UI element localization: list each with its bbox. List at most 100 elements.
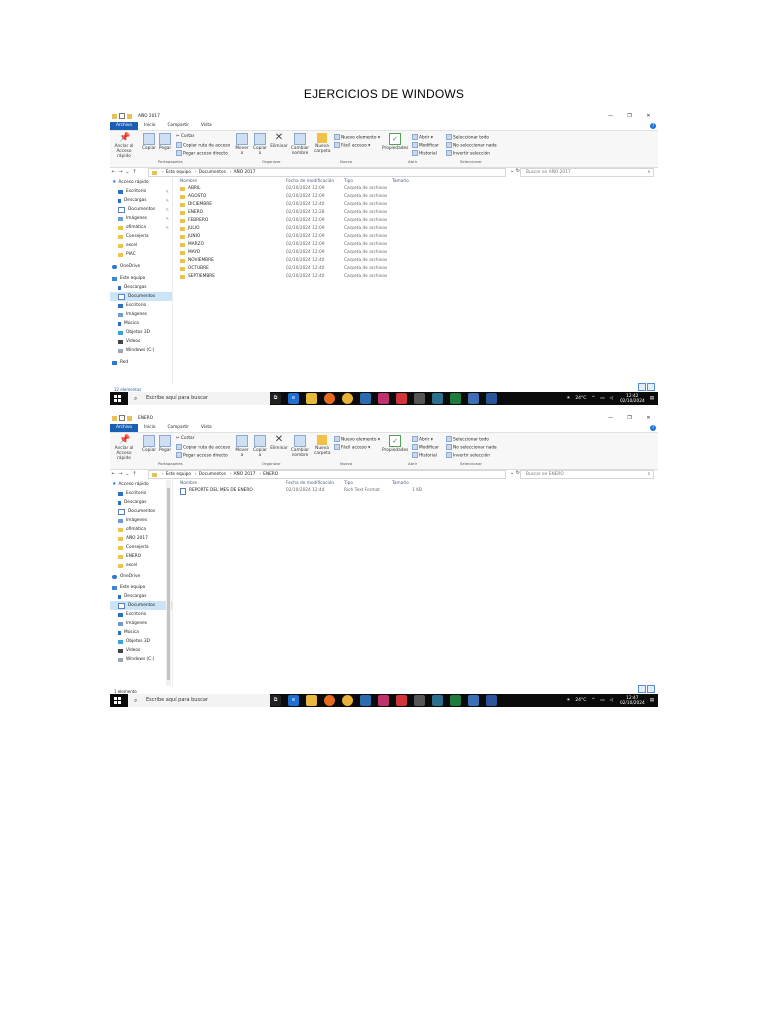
new-item-button[interactable]: Nuevo elemento ▾	[334, 134, 380, 141]
clock[interactable]: 12:42 02/10/2024	[620, 394, 645, 404]
column-header[interactable]: Fecha de modificación	[286, 178, 344, 185]
open-button[interactable]: Abrir ▾	[412, 134, 433, 141]
nav-item-imagenes-pc[interactable]: Imágenes	[110, 619, 172, 628]
edit-button[interactable]: Modificar	[412, 142, 439, 149]
weather-icon[interactable]: ☀	[566, 396, 570, 401]
easy-access-button[interactable]: Fácil acceso ▾	[334, 444, 370, 451]
quick-access-toolbar[interactable]	[112, 113, 134, 119]
nav-item-documentos-pc[interactable]: Documentos	[110, 601, 172, 610]
nav-item-descargas[interactable]: Descargas✎	[110, 498, 172, 507]
tab-compartir[interactable]: Compartir	[161, 122, 195, 130]
invert-selection-button[interactable]: Invertir selección	[446, 452, 490, 459]
select-all-button[interactable]: Seleccionar todo	[446, 436, 489, 443]
help-icon[interactable]: ?	[650, 123, 656, 129]
properties-button[interactable]: ✓ Propiedades	[382, 435, 408, 453]
forward-arrow-icon[interactable]: →	[117, 169, 124, 175]
table-row[interactable]: NOVIEMBRE 02/10/2024 12:40 Carpeta de arch…	[176, 257, 658, 265]
tab-vista[interactable]: Vista	[195, 122, 218, 130]
nav-item-objetos-3d[interactable]: Objetos 3D	[110, 328, 172, 337]
search-input[interactable]: Buscar en AÑO 2017 ⌕	[520, 168, 654, 177]
chevron-up-icon[interactable]: ^	[591, 396, 595, 401]
paste-button[interactable]: Pegar	[158, 435, 172, 453]
table-row[interactable]: JUNIO 02/10/2024 12:09 Carpeta de archivos	[176, 233, 658, 241]
taskbar-search-input[interactable]: ⌕ Escribe aquí para buscar	[128, 392, 270, 405]
taskbar-search-input[interactable]: ⌕ Escribe aquí para buscar	[128, 694, 270, 707]
tab-inicio[interactable]: Inicio	[138, 424, 161, 432]
minimize-icon[interactable]: —	[601, 412, 620, 424]
chrome-icon[interactable]	[342, 695, 353, 706]
volume-icon[interactable]: ◁	[609, 698, 612, 703]
invert-selection-button[interactable]: Invertir selección	[446, 150, 490, 157]
close-icon[interactable]: ✕	[639, 110, 658, 122]
nav-item-red[interactable]: Red	[110, 358, 172, 367]
easy-access-button[interactable]: Fácil acceso ▾	[334, 142, 370, 149]
table-row[interactable]: OCTUBRE 02/10/2024 12:40 Carpeta de archiv…	[176, 265, 658, 273]
nav-item-ofimatica[interactable]: ofimática✎	[110, 223, 172, 232]
edge-icon[interactable]: e	[288, 393, 299, 404]
table-row[interactable]: REPORTE DEL MES DE ENERO 02/10/2024 12:44…	[176, 487, 658, 495]
nav-item-windows-c[interactable]: Windows (C:)	[110, 655, 172, 664]
column-header[interactable]: Tipo	[344, 178, 392, 185]
app-icon[interactable]	[396, 695, 407, 706]
nav-item-descargas[interactable]: Descargas✎	[110, 196, 172, 205]
nav-item-onedrive[interactable]: OneDrive	[110, 572, 172, 581]
rename-button[interactable]: Cambiar nombre	[290, 435, 310, 458]
properties-button[interactable]: ✓ Propiedades	[382, 133, 408, 151]
pin-quick-access-button[interactable]: 📌 Anclar al Acceso rápido	[112, 435, 136, 461]
tab-archivo[interactable]: Archivo	[110, 424, 139, 432]
nav-item-imagenes[interactable]: Imágenes✎	[110, 214, 172, 223]
rename-button[interactable]: Cambiar nombre	[290, 133, 310, 156]
quick-access-toolbar[interactable]	[112, 415, 134, 421]
nav-item-descargas-pc[interactable]: Descargas	[110, 283, 172, 292]
breadcrumb-item[interactable]: Este equipo	[166, 170, 191, 175]
nav-item-excel[interactable]: excel	[110, 561, 172, 570]
app-icon[interactable]	[414, 393, 425, 404]
back-arrow-icon[interactable]: ←	[110, 169, 117, 175]
scrollbar-thumb[interactable]	[167, 488, 170, 680]
tab-compartir[interactable]: Compartir	[161, 424, 195, 432]
nav-item-piac[interactable]: PIAC	[110, 250, 172, 259]
table-row[interactable]: FEBRERO 02/10/2024 12:09 Carpeta de archiv…	[176, 217, 658, 225]
nav-item-documentos[interactable]: Documentos✎	[110, 507, 172, 516]
delete-button[interactable]: ✕ Eliminar	[270, 133, 288, 150]
app-icon[interactable]	[396, 393, 407, 404]
tab-vista[interactable]: Vista	[195, 424, 218, 432]
copy-path-button[interactable]: Copiar ruta de acceso	[176, 444, 230, 451]
details-view-icon[interactable]	[638, 383, 646, 391]
copy-button[interactable]: Copiar	[142, 435, 156, 453]
large-icons-view-icon[interactable]	[647, 685, 655, 693]
windows-start-icon[interactable]	[114, 697, 121, 704]
nav-item-imagenes-pc[interactable]: Imágenes	[110, 310, 172, 319]
move-to-button[interactable]: Mover a	[234, 133, 250, 156]
new-folder-button[interactable]: Nueva carpeta	[314, 435, 330, 456]
refresh-icon[interactable]: ⌄ ↻	[510, 168, 520, 174]
nav-item-ano-2017[interactable]: AÑO 2017	[110, 534, 172, 543]
nav-item-escritorio[interactable]: Escritorio✎	[110, 489, 172, 498]
network-icon[interactable]: ▭	[600, 698, 604, 703]
copy-path-button[interactable]: Copiar ruta de acceso	[176, 142, 230, 149]
app-icon[interactable]	[468, 695, 479, 706]
nav-item-consejeria[interactable]: Consejería	[110, 232, 172, 241]
excel-icon[interactable]	[450, 695, 461, 706]
forward-arrow-icon[interactable]: →	[117, 471, 124, 477]
nav-scrollbar[interactable]	[166, 480, 171, 686]
firefox-icon[interactable]	[324, 695, 335, 706]
table-row[interactable]: DICIEMBRE 02/10/2024 12:40 Carpeta de arch…	[176, 201, 658, 209]
copy-to-button[interactable]: Copiar a	[252, 435, 268, 458]
column-header[interactable]: Fecha de modificación	[286, 480, 344, 487]
search-input[interactable]: Buscar en ENERO ⌕	[520, 470, 654, 479]
maximize-icon[interactable]: ❐	[620, 110, 639, 122]
firefox-icon[interactable]	[324, 393, 335, 404]
nav-item-escritorio[interactable]: Escritorio✎	[110, 187, 172, 196]
excel-icon[interactable]	[450, 393, 461, 404]
nav-item-escritorio-pc[interactable]: Escritorio	[110, 301, 172, 310]
maximize-icon[interactable]: ❐	[620, 412, 639, 424]
column-header[interactable]: Nombre	[176, 178, 286, 185]
paste-shortcut-button[interactable]: Pegar acceso directo	[176, 452, 228, 459]
nav-item-musica[interactable]: Música	[110, 319, 172, 328]
table-row[interactable]: AGOSTO 02/10/2024 12:09 Carpeta de archivo…	[176, 193, 658, 201]
task-view-icon[interactable]: ⧉	[270, 695, 281, 706]
nav-item-onedrive[interactable]: OneDrive	[110, 262, 172, 271]
task-view-icon[interactable]: ⧉	[270, 393, 281, 404]
file-explorer-icon[interactable]	[306, 393, 317, 404]
